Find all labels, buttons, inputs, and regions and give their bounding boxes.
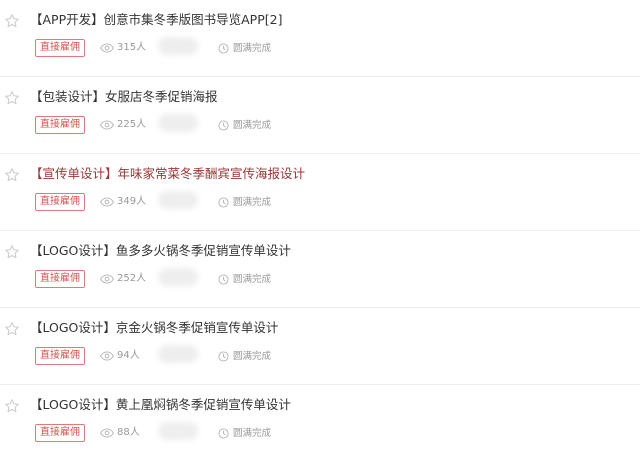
eye-icon — [100, 428, 114, 438]
clock-icon — [218, 274, 229, 285]
list-item: 【APP开发】创意市集冬季版图书导览APP[2] 直接雇佣 315人 圆满完成 — [0, 0, 640, 77]
task-title-link[interactable]: 【LOGO设计】黄上凰焖锅冬季促销宣传单设计 — [30, 396, 291, 414]
view-count: 252人 — [117, 273, 147, 284]
blurred-user — [158, 268, 198, 286]
star-icon[interactable] — [4, 321, 20, 337]
eye-icon — [100, 197, 114, 207]
eye-icon — [100, 274, 114, 284]
task-title-link[interactable]: 【宣传单设计】年味家常菜冬季酬宾宣传海报设计 — [30, 165, 305, 183]
view-count: 349人 — [117, 196, 147, 207]
task-status: 圆满完成 — [233, 428, 272, 439]
task-list: 【APP开发】创意市集冬季版图书导览APP[2] 直接雇佣 315人 圆满完成 … — [0, 0, 640, 462]
view-count: 94人 — [117, 350, 140, 361]
clock-icon — [218, 197, 229, 208]
clock-icon — [218, 428, 229, 439]
hire-type-badge: 直接雇佣 — [35, 39, 85, 57]
eye-icon — [100, 120, 114, 130]
eye-icon — [100, 43, 114, 53]
task-status: 圆满完成 — [233, 120, 272, 131]
task-title-link[interactable]: 【LOGO设计】京金火锅冬季促销宣传单设计 — [30, 319, 278, 337]
blurred-user — [158, 114, 198, 132]
hire-type-badge: 直接雇佣 — [35, 116, 85, 134]
blurred-user — [158, 422, 198, 440]
hire-type-badge: 直接雇佣 — [35, 347, 85, 365]
task-status: 圆满完成 — [233, 351, 272, 362]
star-icon[interactable] — [4, 398, 20, 414]
task-title-link[interactable]: 【APP开发】创意市集冬季版图书导览APP[2] — [30, 11, 282, 29]
task-status: 圆满完成 — [233, 43, 272, 54]
task-title-link[interactable]: 【LOGO设计】鱼多多火锅冬季促销宣传单设计 — [30, 242, 291, 260]
hire-type-badge: 直接雇佣 — [35, 193, 85, 211]
blurred-user — [158, 191, 198, 209]
eye-icon — [100, 351, 114, 361]
task-status: 圆满完成 — [233, 197, 272, 208]
blurred-user — [158, 345, 198, 363]
hire-type-badge: 直接雇佣 — [35, 270, 85, 288]
view-count: 225人 — [117, 119, 147, 130]
task-status: 圆满完成 — [233, 274, 272, 285]
clock-icon — [218, 43, 229, 54]
blurred-user — [158, 37, 198, 55]
list-item: 【宣传单设计】年味家常菜冬季酬宾宣传海报设计 直接雇佣 349人 圆满完成 — [0, 154, 640, 231]
hire-type-badge: 直接雇佣 — [35, 424, 85, 442]
star-icon[interactable] — [4, 244, 20, 260]
star-icon[interactable] — [4, 13, 20, 29]
view-count: 88人 — [117, 427, 140, 438]
star-icon[interactable] — [4, 90, 20, 106]
task-title-link[interactable]: 【包装设计】女服店冬季促销海报 — [30, 88, 218, 106]
list-item: 【LOGO设计】鱼多多火锅冬季促销宣传单设计 直接雇佣 252人 圆满完成 — [0, 231, 640, 308]
clock-icon — [218, 351, 229, 362]
list-item: 【LOGO设计】京金火锅冬季促销宣传单设计 直接雇佣 94人 圆满完成 — [0, 308, 640, 385]
clock-icon — [218, 120, 229, 131]
star-icon[interactable] — [4, 167, 20, 183]
list-item: 【包装设计】女服店冬季促销海报 直接雇佣 225人 圆满完成 — [0, 77, 640, 154]
list-item: 【LOGO设计】黄上凰焖锅冬季促销宣传单设计 直接雇佣 88人 圆满完成 — [0, 385, 640, 462]
view-count: 315人 — [117, 42, 147, 53]
